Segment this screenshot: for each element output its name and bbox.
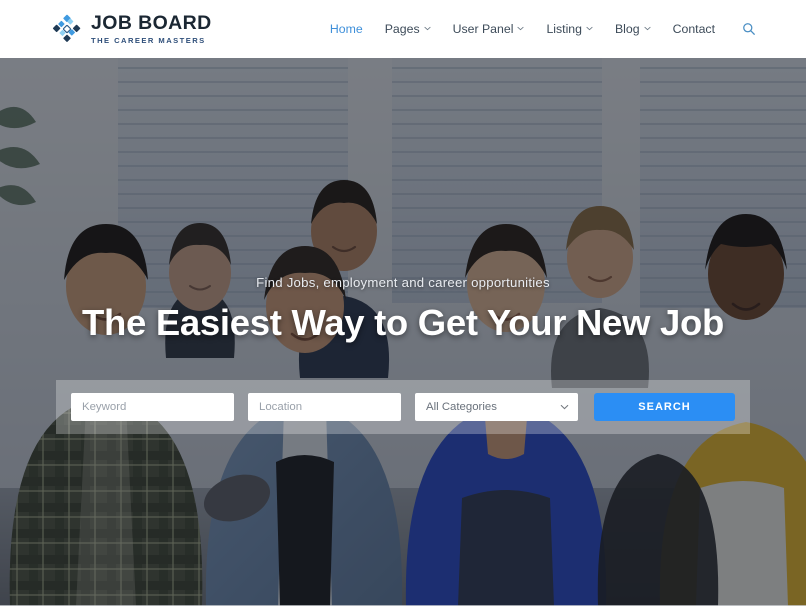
- brand-logo[interactable]: JOB BOARD THE CAREER MASTERS: [52, 13, 212, 44]
- brand-title: JOB BOARD: [91, 12, 212, 35]
- search-category-select[interactable]: All Categories: [415, 393, 578, 421]
- nav-item-user-panel[interactable]: User Panel: [442, 22, 536, 36]
- chevron-down-icon: [644, 25, 651, 32]
- nav-item-user-panel-label: User Panel: [452, 22, 514, 36]
- chevron-down-icon: [517, 25, 524, 32]
- nav-item-contact-label: Contact: [672, 22, 715, 36]
- nav-item-blog[interactable]: Blog: [604, 22, 662, 36]
- hero-title: The Easiest Way to Get Your New Job: [82, 302, 724, 343]
- nav-item-contact[interactable]: Contact: [662, 22, 726, 36]
- search-icon[interactable]: [726, 22, 760, 36]
- nav-item-pages-label: Pages: [384, 22, 420, 36]
- job-board-logo-icon: [52, 14, 82, 44]
- hero-content: Find Jobs, employment and career opportu…: [0, 58, 806, 606]
- search-keyword-input[interactable]: [71, 393, 234, 421]
- chevron-down-icon: [586, 25, 593, 32]
- nav-item-home[interactable]: Home: [319, 22, 374, 36]
- hero-section: Find Jobs, employment and career opportu…: [0, 58, 806, 606]
- site-header: JOB BOARD THE CAREER MASTERS Home Pages …: [0, 0, 806, 58]
- chevron-down-icon: [424, 25, 431, 32]
- nav-item-pages[interactable]: Pages: [374, 22, 442, 36]
- nav-item-listing-label: Listing: [546, 22, 582, 36]
- nav-item-home-label: Home: [329, 22, 363, 36]
- search-location-input[interactable]: [248, 393, 401, 421]
- page-root: JOB BOARD THE CAREER MASTERS Home Pages …: [0, 0, 806, 606]
- hero-subtitle: Find Jobs, employment and career opportu…: [256, 275, 550, 290]
- nav-item-listing[interactable]: Listing: [535, 22, 604, 36]
- brand-tagline: THE CAREER MASTERS: [91, 35, 206, 45]
- brand-text: JOB BOARD THE CAREER MASTERS: [91, 13, 212, 44]
- search-category-select-wrap: All Categories: [415, 393, 578, 421]
- nav-item-blog-label: Blog: [614, 22, 640, 36]
- search-submit-button[interactable]: SEARCH: [594, 393, 735, 421]
- job-search-bar: All Categories SEARCH: [56, 380, 750, 434]
- main-navigation: Home Pages User Panel Listing Blog Conta…: [319, 22, 760, 36]
